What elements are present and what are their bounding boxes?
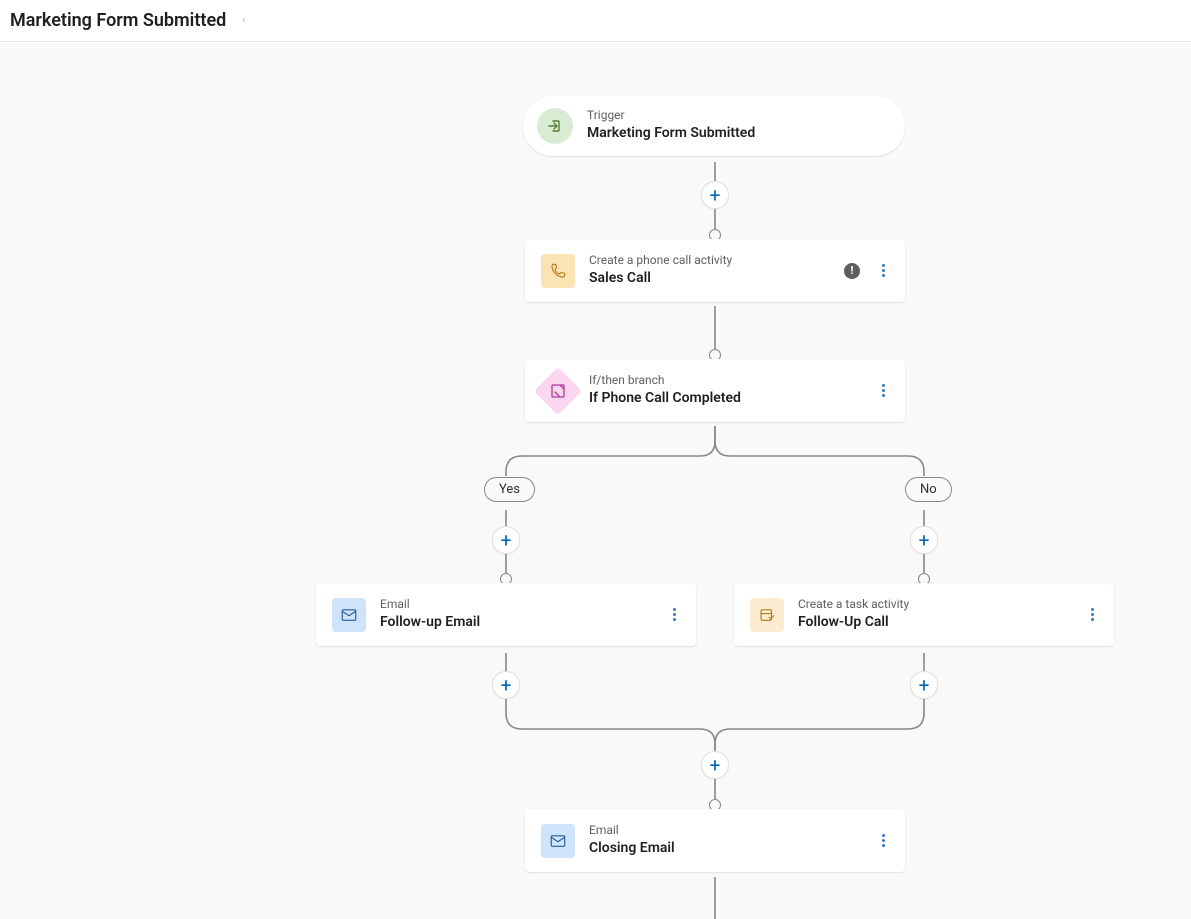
page-title: Marketing Form Submitted — [10, 10, 226, 31]
sales-call-kicker: Create a phone call activity — [589, 253, 832, 269]
phone-icon — [541, 254, 575, 288]
add-step-button[interactable]: + — [701, 751, 729, 779]
title-caret-icon: ‹ — [242, 15, 245, 26]
closing-email-node[interactable]: Email Closing Email — [525, 809, 905, 872]
more-actions-button[interactable] — [669, 604, 680, 625]
branch-title: If Phone Call Completed — [589, 389, 866, 409]
follow-up-email-title: Follow-up Email — [380, 613, 657, 633]
plus-icon: + — [919, 676, 930, 695]
mail-icon — [332, 598, 366, 632]
flow-canvas[interactable]: Trigger Marketing Form Submitted + Creat… — [0, 42, 1191, 919]
trigger-node[interactable]: Trigger Marketing Form Submitted — [523, 96, 905, 156]
follow-up-call-title: Follow-Up Call — [798, 613, 1075, 633]
trigger-title: Marketing Form Submitted — [587, 124, 875, 144]
more-actions-button[interactable] — [1087, 604, 1098, 625]
page-header: Marketing Form Submitted ‹ — [0, 0, 1191, 42]
plus-icon: + — [710, 756, 721, 775]
branch-yes-pill[interactable]: Yes — [484, 477, 535, 502]
enter-icon — [537, 108, 573, 144]
more-actions-button[interactable] — [878, 830, 889, 851]
branch-node[interactable]: If/then branch If Phone Call Completed — [525, 359, 905, 422]
plus-icon: + — [501, 676, 512, 695]
exclamation-icon: ! — [851, 265, 854, 276]
sales-call-node[interactable]: Create a phone call activity Sales Call … — [525, 239, 905, 302]
follow-up-call-node[interactable]: Create a task activity Follow-Up Call — [734, 583, 1114, 646]
follow-up-email-node[interactable]: Email Follow-up Email — [316, 583, 696, 646]
task-icon — [750, 598, 784, 632]
trigger-kicker: Trigger — [587, 108, 875, 124]
closing-email-title: Closing Email — [589, 839, 866, 859]
mail-icon — [541, 824, 575, 858]
closing-email-kicker: Email — [589, 823, 866, 839]
more-actions-button[interactable] — [878, 260, 889, 281]
branch-no-pill[interactable]: No — [905, 477, 952, 502]
add-step-button[interactable]: + — [492, 671, 520, 699]
plus-icon: + — [710, 186, 721, 205]
connector-lines — [0, 61, 1191, 919]
add-step-button[interactable]: + — [492, 526, 520, 554]
add-step-button[interactable]: + — [910, 671, 938, 699]
plus-icon: + — [501, 531, 512, 550]
follow-up-email-kicker: Email — [380, 597, 657, 613]
add-step-button[interactable]: + — [701, 181, 729, 209]
warning-badge[interactable]: ! — [844, 263, 860, 279]
sales-call-title: Sales Call — [589, 269, 832, 289]
branch-kicker: If/then branch — [589, 373, 866, 389]
more-actions-button[interactable] — [878, 380, 889, 401]
plus-icon: + — [919, 531, 930, 550]
follow-up-call-kicker: Create a task activity — [798, 597, 1075, 613]
branch-no-label: No — [920, 482, 937, 497]
canvas-inner: Trigger Marketing Form Submitted + Creat… — [0, 61, 1191, 919]
branch-yes-label: Yes — [499, 482, 520, 497]
add-step-button[interactable]: + — [910, 526, 938, 554]
branch-icon — [534, 367, 582, 415]
